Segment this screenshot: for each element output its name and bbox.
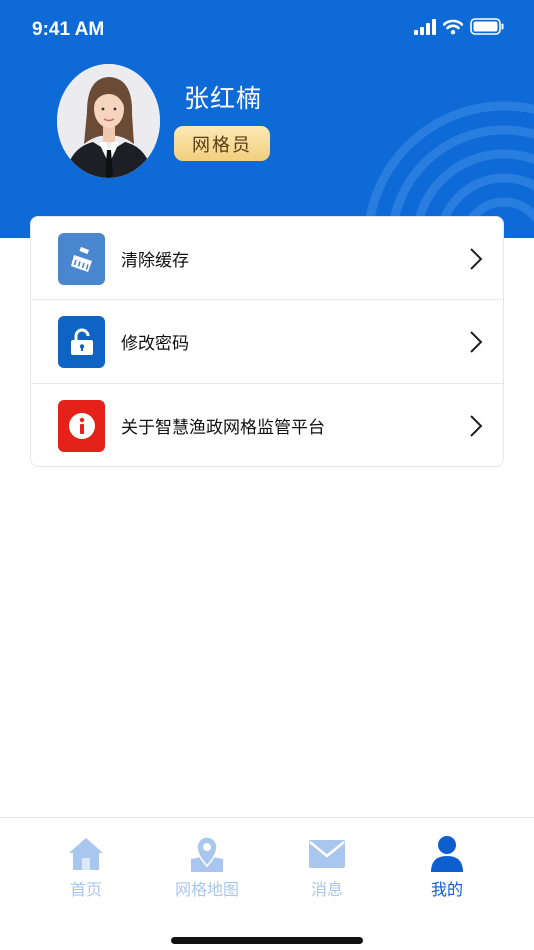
lock-icon bbox=[58, 316, 105, 368]
wifi-icon bbox=[443, 19, 463, 34]
status-time: 9:41 AM bbox=[32, 19, 105, 40]
tab-home[interactable]: 首页 bbox=[31, 834, 141, 904]
tab-label: 消息 bbox=[310, 880, 343, 899]
menu-item-label: 修改密码 bbox=[121, 334, 189, 354]
profile-header: 9:41 AM 张红楠 网格员 bbox=[0, 0, 534, 238]
chevron-right-icon bbox=[470, 247, 483, 270]
status-bar: 9:41 AM bbox=[0, 0, 534, 60]
map-pin-icon bbox=[187, 834, 227, 874]
avatar-portrait-icon bbox=[57, 64, 160, 178]
home-icon bbox=[66, 834, 106, 874]
home-indicator[interactable] bbox=[171, 937, 363, 944]
chevron-right-icon bbox=[470, 414, 483, 437]
chevron-right-icon bbox=[470, 330, 483, 353]
battery-icon bbox=[470, 18, 504, 35]
avatar[interactable] bbox=[57, 64, 160, 178]
tab-messages[interactable]: 消息 bbox=[272, 834, 382, 904]
menu-item-change-password[interactable]: 修改密码 bbox=[31, 300, 503, 383]
mail-icon bbox=[307, 834, 347, 874]
menu-item-label: 清除缓存 bbox=[121, 251, 189, 271]
menu-item-clear-cache[interactable]: 清除缓存 bbox=[31, 217, 503, 300]
tab-profile[interactable]: 我的 bbox=[392, 834, 502, 904]
tab-label: 首页 bbox=[69, 880, 102, 899]
menu-item-label: 关于智慧渔政网格监管平台 bbox=[121, 418, 325, 438]
menu-item-about[interactable]: 关于智慧渔政网格监管平台 bbox=[31, 384, 503, 467]
tab-label: 我的 bbox=[430, 880, 463, 899]
role-badge-label: 网格员 bbox=[192, 134, 252, 156]
user-name: 张红楠 bbox=[184, 84, 263, 113]
settings-card: 清除缓存 修改密码 关于智慧渔政网格监管平台 bbox=[30, 216, 504, 467]
broom-icon bbox=[58, 233, 105, 285]
tab-grid-map[interactable]: 网格地图 bbox=[152, 834, 262, 904]
bottom-tab-bar: 首页 网格地图 消息 我的 bbox=[0, 817, 534, 950]
info-icon bbox=[58, 400, 105, 452]
tab-label: 网格地图 bbox=[174, 880, 239, 899]
person-icon bbox=[427, 834, 467, 874]
cellular-signal-icon bbox=[414, 18, 436, 35]
role-badge: 网格员 bbox=[174, 126, 270, 161]
status-icons bbox=[414, 18, 504, 35]
